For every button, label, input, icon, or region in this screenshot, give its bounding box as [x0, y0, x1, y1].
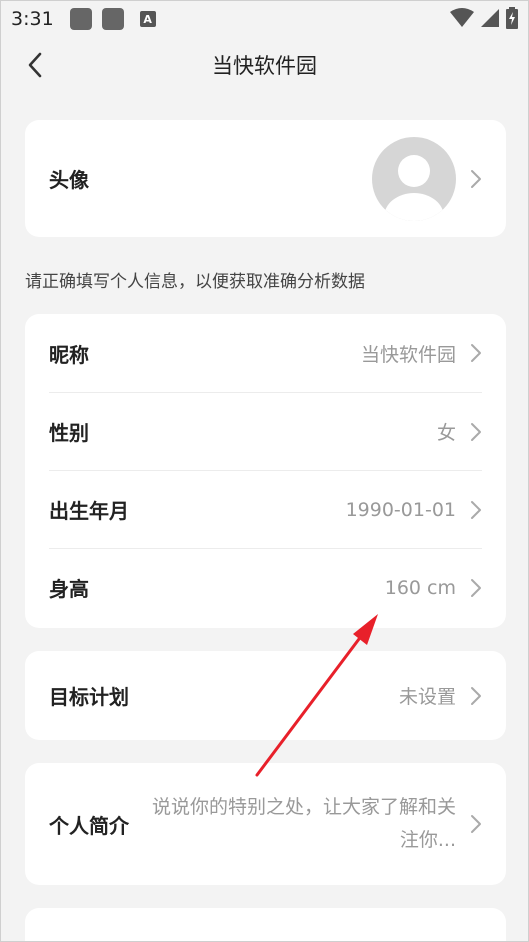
info-hint: 请正确填写个人信息，以便获取准确分析数据	[25, 272, 365, 292]
chevron-right-icon	[471, 686, 481, 705]
bio-placeholder: 说说你的特别之处，让大家了解和关注你...	[151, 796, 456, 851]
next-card	[25, 908, 506, 941]
signal-icon	[481, 9, 499, 27]
nickname-value: 当快软件园	[360, 343, 456, 366]
bio-card: 个人简介 说说你的特别之处，让大家了解和关注你...	[25, 763, 506, 885]
wifi-icon	[450, 8, 474, 27]
goal-value: 未设置	[398, 686, 456, 708]
notification-icon	[69, 8, 92, 30]
chevron-right-icon	[471, 500, 481, 519]
birth-label: 出生年月	[49, 499, 129, 523]
screen: 3:31 A 当快软件园 头像 请正确填写个人信息，以便获取准确分析数据 昵称 …	[0, 0, 529, 942]
avatar-label: 头像	[49, 168, 89, 192]
chevron-right-icon	[471, 169, 481, 188]
height-value: 160 cm	[384, 576, 456, 599]
status-time: 3:31	[11, 8, 54, 30]
gender-label: 性别	[49, 421, 89, 445]
chevron-left-icon	[28, 52, 42, 78]
back-button[interactable]	[19, 49, 51, 81]
birth-value: 1990-01-01	[345, 498, 456, 521]
chevron-right-icon	[471, 578, 481, 597]
chevron-right-icon	[471, 815, 481, 833]
goal-card: 目标计划 未设置	[25, 651, 506, 740]
battery-icon	[506, 7, 518, 29]
notification-icon	[101, 8, 124, 30]
a-icon: A	[139, 11, 156, 27]
height-row[interactable]: 身高 160 cm	[49, 548, 482, 626]
gender-value: 女	[436, 422, 456, 444]
page-title: 当快软件园	[212, 54, 317, 78]
status-icons	[450, 7, 518, 29]
chevron-right-icon	[471, 344, 481, 362]
goal-row[interactable]: 目标计划 未设置	[49, 651, 482, 740]
user-icon	[384, 155, 444, 221]
status-bar: 3:31 A	[1, 1, 528, 37]
header: 当快软件园	[1, 37, 528, 93]
chevron-right-icon	[471, 422, 481, 441]
goal-label: 目标计划	[49, 685, 129, 709]
avatar-card: 头像	[25, 120, 506, 237]
avatar-row[interactable]: 头像	[49, 120, 482, 237]
info-card: 昵称 当快软件园 性别 女 出生年月 1990-01-01 身高 160 cm	[25, 314, 506, 628]
bio-label: 个人简介	[49, 813, 129, 838]
nickname-row[interactable]: 昵称 当快软件园	[49, 314, 482, 392]
height-label: 身高	[49, 577, 89, 601]
avatar[interactable]	[372, 137, 456, 221]
nickname-label: 昵称	[49, 342, 89, 367]
bio-row[interactable]: 个人简介 说说你的特别之处，让大家了解和关注你...	[49, 763, 482, 885]
gender-row[interactable]: 性别 女	[49, 392, 482, 470]
birth-row[interactable]: 出生年月 1990-01-01	[49, 470, 482, 548]
